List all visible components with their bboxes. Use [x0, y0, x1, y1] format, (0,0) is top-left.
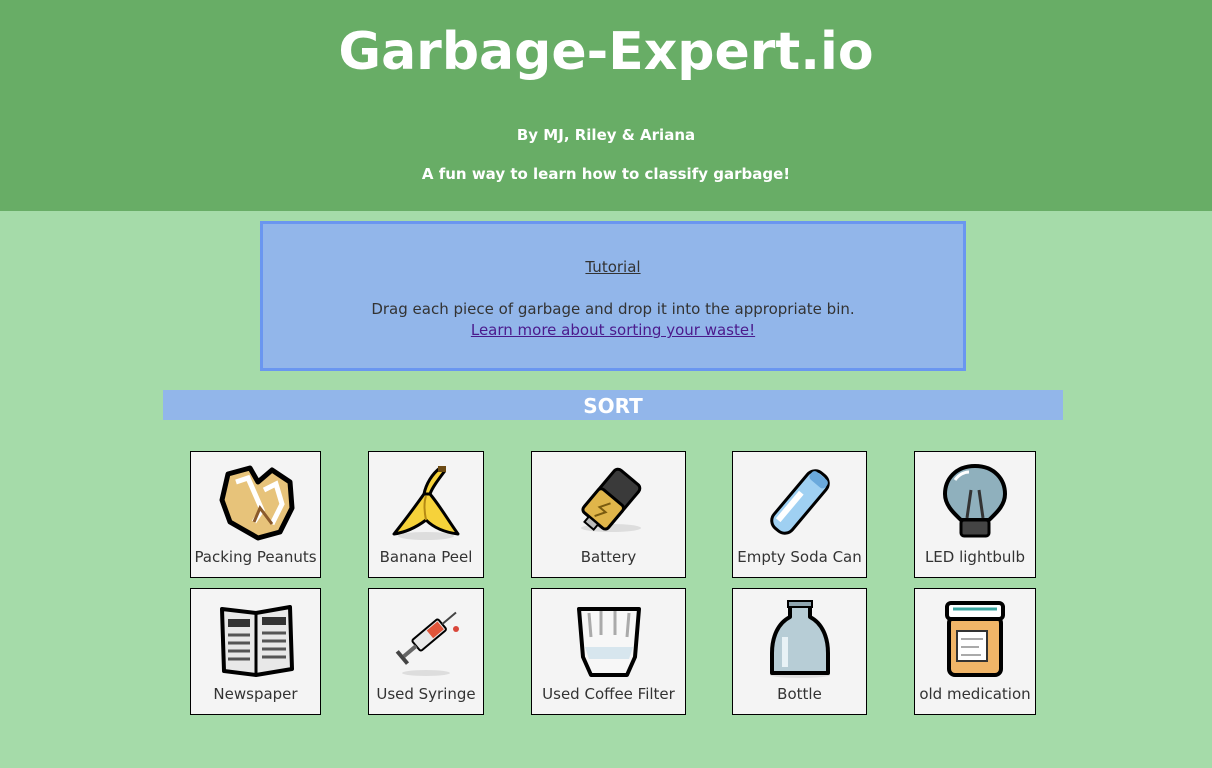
tagline: A fun way to learn how to classify garba… — [421, 165, 791, 183]
garbage-item-empty-soda-can[interactable]: Empty Soda Can — [732, 451, 867, 578]
garbage-item-used-syringe[interactable]: Used Syringe — [368, 588, 484, 715]
banana-peel-icon — [392, 466, 460, 540]
packing-peanuts-icon — [219, 465, 294, 541]
garbage-item-bottle[interactable]: Bottle — [732, 588, 867, 715]
tutorial-instructions: Drag each piece of garbage and drop it i… — [371, 300, 855, 318]
byline: By MJ, Riley & Ariana — [516, 126, 696, 144]
tutorial-box: Tutorial Drag each piece of garbage and … — [260, 221, 966, 371]
sort-bar: SORT — [163, 390, 1063, 420]
item-label: old medication — [919, 685, 1031, 703]
garbage-item-banana-peel[interactable]: Banana Peel — [368, 451, 484, 578]
item-label: Battery — [580, 548, 637, 566]
garbage-item-led-lightbulb[interactable]: LED lightbulb — [914, 451, 1036, 578]
soda-can-icon — [769, 469, 830, 535]
item-label: Used Syringe — [376, 685, 476, 703]
garbage-item-newspaper[interactable]: Newspaper — [190, 588, 321, 715]
medication-icon — [945, 601, 1005, 677]
lightbulb-icon — [942, 463, 1008, 538]
tutorial-heading: Tutorial — [585, 258, 641, 276]
item-label: Newspaper — [213, 685, 298, 703]
item-label: Used Coffee Filter — [542, 685, 675, 703]
item-label: Bottle — [777, 685, 822, 703]
item-label: Packing Peanuts — [194, 548, 317, 566]
page-header: Garbage-Expert.io By MJ, Riley & Ariana … — [0, 0, 1212, 211]
garbage-item-old-medication[interactable]: old medication — [914, 588, 1036, 715]
learn-more-link[interactable]: Learn more about sorting your waste! — [263, 321, 963, 339]
item-label: LED lightbulb — [924, 548, 1026, 566]
bottle-icon — [769, 600, 830, 678]
battery-icon — [580, 467, 641, 532]
garbage-item-used-coffee-filter[interactable]: Used Coffee Filter — [531, 588, 686, 715]
syringe-icon — [395, 611, 459, 676]
coffee-filter-icon — [576, 607, 641, 677]
garbage-item-packing-peanuts[interactable]: Packing Peanuts — [190, 451, 321, 578]
garbage-item-battery[interactable]: Battery — [531, 451, 686, 578]
site-title: Garbage-Expert.io — [338, 22, 874, 82]
item-label: Empty Soda Can — [737, 548, 862, 566]
newspaper-icon — [219, 605, 294, 677]
item-label: Banana Peel — [379, 548, 473, 566]
